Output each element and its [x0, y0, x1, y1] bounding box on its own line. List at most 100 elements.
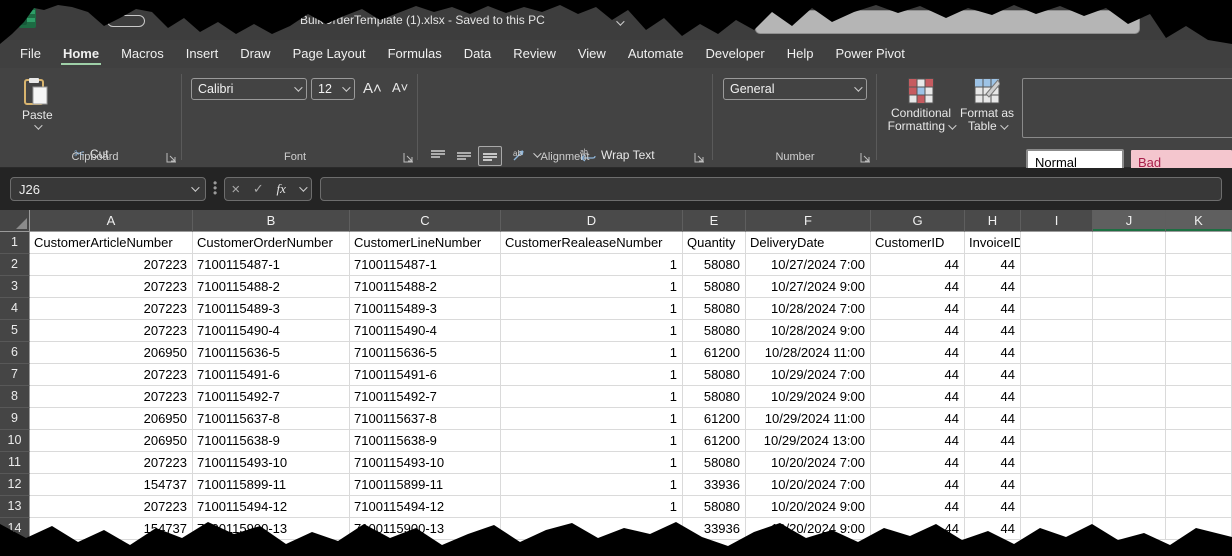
cell-H9[interactable]: 44 [965, 408, 1021, 430]
cell-J12[interactable] [1093, 474, 1166, 496]
cell-A12[interactable]: 154737 [30, 474, 193, 496]
cell-H13[interactable]: 44 [965, 496, 1021, 518]
cell-D11[interactable]: 1 [501, 452, 683, 474]
insert-function-icon[interactable]: fx [277, 181, 286, 197]
cell-I8[interactable] [1021, 386, 1093, 408]
cell-K9[interactable] [1166, 408, 1232, 430]
cell-C8[interactable]: 7100115492-7 [350, 386, 501, 408]
cell-D4[interactable]: 1 [501, 298, 683, 320]
align-middle-button[interactable] [452, 146, 476, 166]
cell-D1[interactable]: CustomerRealeaseNumber [501, 232, 683, 254]
cell-E5[interactable]: 58080 [683, 320, 746, 342]
cell-J5[interactable] [1093, 320, 1166, 342]
cell-D8[interactable]: 1 [501, 386, 683, 408]
cell-G3[interactable]: 44 [871, 276, 965, 298]
row-header-11[interactable]: 11 [0, 452, 30, 474]
cell-E12[interactable]: 33936 [683, 474, 746, 496]
grow-font-button[interactable]: A˄ [363, 80, 382, 97]
cell-C14[interactable]: 7100115900-13 [350, 518, 501, 540]
cell-A5[interactable]: 207223 [30, 320, 193, 342]
cell-I6[interactable] [1021, 342, 1093, 364]
cell-C11[interactable]: 7100115493-10 [350, 452, 501, 474]
cell-B7[interactable]: 7100115491-6 [193, 364, 350, 386]
cell-K8[interactable] [1166, 386, 1232, 408]
cell-K13[interactable] [1166, 496, 1232, 518]
cell-F12[interactable]: 10/20/2024 7:00 [746, 474, 871, 496]
cell-C1[interactable]: CustomerLineNumber [350, 232, 501, 254]
cell-F14[interactable]: 10/20/2024 9:00 [746, 518, 871, 540]
cell-G11[interactable]: 44 [871, 452, 965, 474]
cell-E13[interactable]: 58080 [683, 496, 746, 518]
cell-J1[interactable] [1093, 232, 1166, 254]
cell-J13[interactable] [1093, 496, 1166, 518]
cell-B13[interactable]: 7100115494-12 [193, 496, 350, 518]
cell-A13[interactable]: 207223 [30, 496, 193, 518]
font-dialog-launcher-icon[interactable] [403, 152, 414, 163]
conditional-formatting-button[interactable]: Conditional Formatting [892, 78, 950, 133]
cell-C10[interactable]: 7100115638-9 [350, 430, 501, 452]
cell-C7[interactable]: 7100115491-6 [350, 364, 501, 386]
cell-D6[interactable]: 1 [501, 342, 683, 364]
cell-B11[interactable]: 7100115493-10 [193, 452, 350, 474]
cell-J8[interactable] [1093, 386, 1166, 408]
cell-H14[interactable]: 44 [965, 518, 1021, 540]
cell-K11[interactable] [1166, 452, 1232, 474]
cell-I9[interactable] [1021, 408, 1093, 430]
select-all-button[interactable] [0, 210, 30, 232]
cell-I2[interactable] [1021, 254, 1093, 276]
cell-G12[interactable]: 44 [871, 474, 965, 496]
cell-B3[interactable]: 7100115488-2 [193, 276, 350, 298]
row-header-7[interactable]: 7 [0, 364, 30, 386]
cell-G10[interactable]: 44 [871, 430, 965, 452]
column-header-A[interactable]: A [30, 210, 193, 232]
cell-A3[interactable]: 207223 [30, 276, 193, 298]
cell-C5[interactable]: 7100115490-4 [350, 320, 501, 342]
cell-J14[interactable] [1093, 518, 1166, 540]
cell-C4[interactable]: 7100115489-3 [350, 298, 501, 320]
title-chevron-down-icon[interactable] [616, 13, 622, 31]
cell-A2[interactable]: 207223 [30, 254, 193, 276]
cell-A8[interactable]: 207223 [30, 386, 193, 408]
cell-B4[interactable]: 7100115489-3 [193, 298, 350, 320]
cell-K14[interactable] [1166, 518, 1232, 540]
cell-K7[interactable] [1166, 364, 1232, 386]
tab-formulas[interactable]: Formulas [377, 40, 453, 68]
row-header-1[interactable]: 1 [0, 232, 30, 254]
row-header-3[interactable]: 3 [0, 276, 30, 298]
cell-I14[interactable] [1021, 518, 1093, 540]
cell-D9[interactable]: 1 [501, 408, 683, 430]
enter-icon[interactable]: ✓ [253, 181, 264, 197]
cell-E7[interactable]: 58080 [683, 364, 746, 386]
cell-D12[interactable]: 1 [501, 474, 683, 496]
cell-B9[interactable]: 7100115637-8 [193, 408, 350, 430]
cell-B14[interactable]: 7100115900-13 [193, 518, 350, 540]
cell-G1[interactable]: CustomerID [871, 232, 965, 254]
clipboard-dialog-launcher-icon[interactable] [166, 152, 177, 163]
cell-J4[interactable] [1093, 298, 1166, 320]
cell-A11[interactable]: 207223 [30, 452, 193, 474]
cell-E11[interactable]: 58080 [683, 452, 746, 474]
cell-B8[interactable]: 7100115492-7 [193, 386, 350, 408]
cell-C6[interactable]: 7100115636-5 [350, 342, 501, 364]
number-dialog-launcher-icon[interactable] [860, 152, 871, 163]
cell-C3[interactable]: 7100115488-2 [350, 276, 501, 298]
cell-J3[interactable] [1093, 276, 1166, 298]
row-header-12[interactable]: 12 [0, 474, 30, 496]
cell-K4[interactable] [1166, 298, 1232, 320]
cell-E6[interactable]: 61200 [683, 342, 746, 364]
cell-I4[interactable] [1021, 298, 1093, 320]
cell-I10[interactable] [1021, 430, 1093, 452]
cell-E8[interactable]: 58080 [683, 386, 746, 408]
cell-A6[interactable]: 206950 [30, 342, 193, 364]
cell-F1[interactable]: DeliveryDate [746, 232, 871, 254]
quick-access-toolbar[interactable] [107, 15, 145, 27]
cell-B6[interactable]: 7100115636-5 [193, 342, 350, 364]
cell-E14[interactable]: 33936 [683, 518, 746, 540]
cell-G13[interactable]: 44 [871, 496, 965, 518]
cell-C9[interactable]: 7100115637-8 [350, 408, 501, 430]
cell-G5[interactable]: 44 [871, 320, 965, 342]
cell-A9[interactable]: 206950 [30, 408, 193, 430]
cell-J11[interactable] [1093, 452, 1166, 474]
cell-H7[interactable]: 44 [965, 364, 1021, 386]
cell-I13[interactable] [1021, 496, 1093, 518]
